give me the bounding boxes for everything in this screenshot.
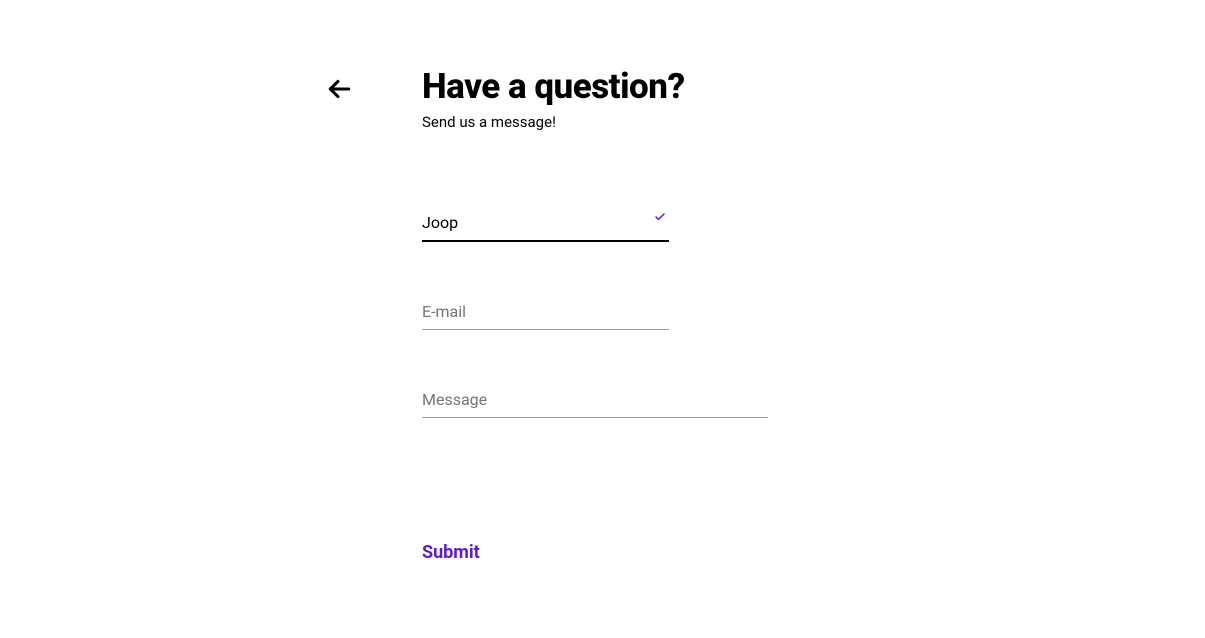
contact-form: Submit <box>422 209 768 563</box>
submit-button[interactable]: Submit <box>422 542 480 563</box>
email-input[interactable] <box>422 298 669 330</box>
message-field-row <box>422 386 768 418</box>
arrow-left-icon <box>326 76 352 102</box>
name-input[interactable] <box>422 209 669 242</box>
page-title: Have a question? <box>422 66 768 107</box>
message-input[interactable] <box>422 386 768 418</box>
name-field-row <box>422 209 768 242</box>
email-field-row <box>422 298 768 330</box>
page-subtitle: Send us a message! <box>422 113 768 131</box>
back-button[interactable] <box>326 76 352 106</box>
check-icon <box>654 211 666 223</box>
valid-check-badge <box>652 209 668 225</box>
